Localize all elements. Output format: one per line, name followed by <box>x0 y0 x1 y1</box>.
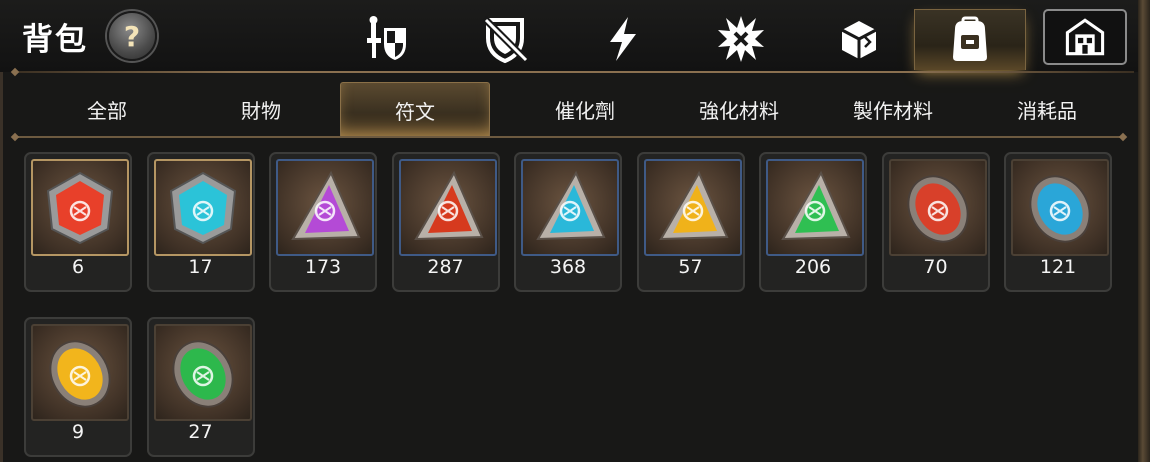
green-oval-rune-icon <box>153 324 252 421</box>
subtab-runes[interactable]: 符文 <box>340 82 490 137</box>
item-count: 173 <box>304 256 342 278</box>
red-pentagon-rune-slot[interactable]: 6 <box>24 152 132 292</box>
cyan-pentagon-rune-icon <box>153 159 252 256</box>
subtab-enhancement-materials[interactable]: 強化材料 <box>664 82 814 136</box>
yellow-oval-rune-slot[interactable]: 9 <box>24 317 132 457</box>
item-count: 17 <box>188 256 213 278</box>
subtab-catalysts[interactable]: 催化劑 <box>510 82 660 136</box>
tab-broken-equipment[interactable] <box>450 9 560 69</box>
cyan-oval-rune-icon <box>1011 159 1109 256</box>
cyan-oval-rune-slot[interactable]: 121 <box>1004 152 1112 292</box>
red-triangle-rune-icon <box>398 159 497 256</box>
cyan-pentagon-rune-slot[interactable]: 17 <box>146 152 255 292</box>
purple-triangle-rune-icon <box>276 159 374 256</box>
subtab-consumables[interactable]: 消耗品 <box>982 82 1112 136</box>
yellow-triangle-rune-icon <box>643 159 742 256</box>
broken-box-icon <box>841 21 877 59</box>
tab-skills[interactable] <box>568 9 678 69</box>
tab-combat[interactable] <box>686 9 796 69</box>
red-pentagon-rune-icon <box>31 159 129 256</box>
cyan-triangle-rune-icon <box>521 159 619 256</box>
warehouse-icon <box>1065 18 1105 56</box>
item-count: 57 <box>678 256 703 278</box>
subtab-bar: 全部 財物 符文 催化劑 強化材料 製作材料 消耗品 <box>14 82 1134 137</box>
help-button[interactable]: ? <box>107 11 157 61</box>
yellow-oval-rune-icon <box>31 324 129 421</box>
tab-inventory[interactable] <box>914 9 1026 70</box>
cyan-triangle-rune-slot[interactable]: 368 <box>514 152 622 292</box>
yellow-triangle-rune-slot[interactable]: 57 <box>636 152 745 292</box>
tab-warehouse[interactable] <box>1043 9 1127 65</box>
knight-shield-icon <box>367 16 406 60</box>
item-count: 287 <box>427 256 464 278</box>
red-oval-rune-slot[interactable]: 70 <box>881 152 990 292</box>
explosion-icon <box>718 16 764 62</box>
green-triangle-rune-slot[interactable]: 206 <box>759 152 867 292</box>
subtab-valuables[interactable]: 財物 <box>198 82 324 136</box>
header-divider <box>14 71 1134 73</box>
broken-shield-icon <box>481 15 529 64</box>
subtab-all[interactable]: 全部 <box>44 82 170 136</box>
header-bar: 背包 ? <box>0 0 1138 72</box>
purple-triangle-rune-slot[interactable]: 173 <box>269 152 377 292</box>
lightning-bolt-icon <box>610 17 636 61</box>
frame-right-edge <box>1138 0 1150 462</box>
tab-materials[interactable] <box>804 9 914 69</box>
item-count: 121 <box>1039 256 1077 278</box>
item-count: 9 <box>71 421 85 443</box>
red-triangle-rune-slot[interactable]: 287 <box>391 152 500 292</box>
tab-equipment[interactable] <box>332 9 442 69</box>
red-oval-rune-icon <box>888 159 987 256</box>
backpack-icon <box>953 16 987 61</box>
page-title: 背包 <box>22 22 88 58</box>
item-count: 70 <box>923 256 948 278</box>
item-count: 6 <box>71 256 85 278</box>
item-count: 27 <box>188 421 213 443</box>
green-triangle-rune-icon <box>766 159 864 256</box>
subtab-crafting-materials[interactable]: 製作材料 <box>818 82 968 136</box>
green-oval-rune-slot[interactable]: 27 <box>146 317 255 457</box>
item-count: 368 <box>549 256 587 278</box>
subtab-divider <box>14 136 1124 138</box>
item-count: 206 <box>794 256 832 278</box>
